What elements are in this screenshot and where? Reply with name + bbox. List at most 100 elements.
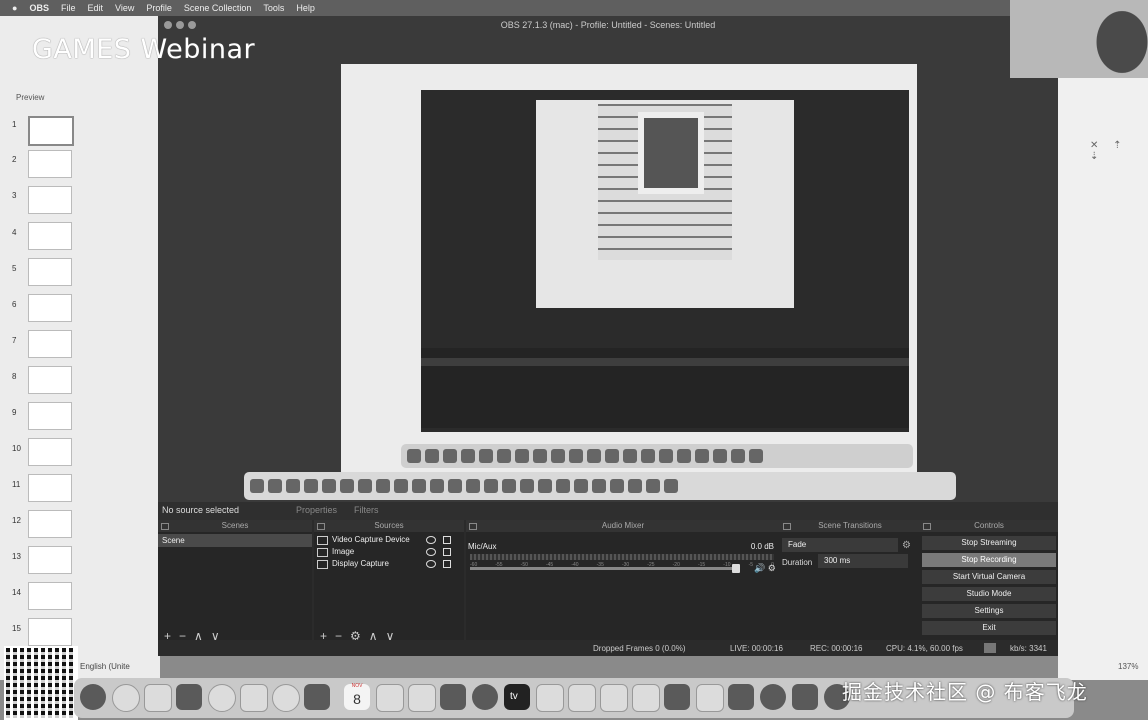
undock-icon[interactable] — [317, 523, 325, 530]
transitions-title: Scene Transitions — [818, 521, 882, 530]
menu-help[interactable]: Help — [296, 3, 315, 13]
lock-icon[interactable] — [443, 560, 451, 568]
source-item[interactable]: Video Capture Device — [314, 534, 464, 545]
properties-button[interactable]: Properties — [296, 505, 337, 515]
slide-thumb[interactable] — [28, 222, 72, 250]
controls-title: Controls — [974, 521, 1004, 530]
source-item[interactable]: Display Capture — [314, 558, 464, 569]
app-icon — [556, 479, 570, 493]
lock-icon[interactable] — [443, 548, 451, 556]
slide-thumb[interactable] — [28, 150, 72, 178]
maximize-window-icon[interactable] — [188, 21, 196, 29]
undock-icon[interactable] — [923, 523, 931, 530]
maps-icon[interactable] — [240, 684, 268, 712]
lock-icon[interactable] — [443, 536, 451, 544]
app-icon — [677, 449, 691, 463]
powerpoint-icon[interactable] — [664, 684, 690, 710]
slide-thumb[interactable] — [28, 116, 74, 146]
app-menu[interactable]: OBS — [29, 3, 49, 13]
undock-icon[interactable] — [783, 523, 791, 530]
menu-scene-collection[interactable]: Scene Collection — [184, 3, 252, 13]
slide-thumb[interactable] — [28, 510, 72, 538]
speaker-icon[interactable]: 🔊 ⚙ — [754, 563, 776, 574]
slide-thumb[interactable] — [28, 438, 72, 466]
undock-icon[interactable] — [161, 523, 169, 530]
stop-streaming-button[interactable]: Stop Streaming — [922, 536, 1056, 550]
visibility-eye-icon[interactable] — [426, 536, 436, 544]
reminders-icon[interactable] — [376, 684, 404, 712]
undock-icon[interactable] — [469, 523, 477, 530]
slide-thumb[interactable] — [28, 294, 72, 322]
source-item[interactable]: Image — [314, 546, 464, 557]
app-icon — [502, 479, 516, 493]
volume-fader-handle[interactable] — [732, 564, 740, 573]
monitor-icon — [317, 560, 328, 569]
notes-icon[interactable] — [408, 684, 436, 712]
slide-thumb[interactable] — [28, 330, 72, 358]
pages-icon[interactable] — [600, 684, 628, 712]
right-toolbar-icons[interactable]: ✕ ⇡ ⇣ — [1090, 140, 1148, 162]
scene-item[interactable]: Scene — [158, 534, 312, 547]
menu-profile[interactable]: Profile — [146, 3, 172, 13]
menu-tools[interactable]: Tools — [263, 3, 284, 13]
volume-fader-track[interactable] — [470, 567, 732, 570]
obs-window: OBS 27.1.3 (mac) - Profile: Untitled - S… — [158, 16, 1058, 656]
contacts-icon[interactable] — [304, 684, 330, 710]
slide-thumb[interactable] — [28, 186, 72, 214]
studio-mode-button[interactable]: Studio Mode — [922, 587, 1056, 601]
facetime-icon[interactable] — [176, 684, 202, 710]
slide-thumb[interactable] — [28, 366, 72, 394]
gear-icon[interactable]: ⚙ — [902, 540, 911, 551]
start-virtual-camera-button[interactable]: Start Virtual Camera — [922, 570, 1056, 584]
minimize-window-icon[interactable] — [176, 21, 184, 29]
app-icon — [574, 479, 588, 493]
duration-input[interactable]: 300 ms — [818, 554, 908, 568]
feather-icon[interactable] — [696, 684, 724, 712]
menu-edit[interactable]: Edit — [87, 3, 103, 13]
filters-button[interactable]: Filters — [354, 505, 379, 515]
slide-number: 14 — [12, 588, 21, 597]
meter-tick: -5 — [748, 562, 754, 568]
apple-icon[interactable]: ● — [12, 3, 17, 13]
music-icon[interactable] — [440, 684, 466, 710]
app-icon[interactable] — [792, 684, 818, 710]
app-icon — [394, 479, 408, 493]
app-store-icon[interactable] — [632, 684, 660, 712]
scenes-title: Scenes — [221, 521, 249, 530]
menu-view[interactable]: View — [115, 3, 134, 13]
slide-thumb[interactable] — [28, 546, 72, 574]
captured-dock — [244, 472, 956, 500]
calendar-icon[interactable]: NOV 8 — [344, 683, 370, 710]
messages-icon[interactable] — [208, 684, 236, 712]
numbers-icon[interactable] — [536, 684, 564, 712]
slide-thumb[interactable] — [28, 402, 72, 430]
finder-icon[interactable] — [80, 684, 106, 710]
app-icon — [430, 479, 444, 493]
settings-icon[interactable] — [760, 684, 786, 710]
photos-icon[interactable] — [272, 684, 300, 712]
slide-thumb[interactable] — [28, 474, 72, 502]
keynote-icon[interactable] — [568, 684, 596, 712]
visibility-eye-icon[interactable] — [426, 548, 436, 556]
preview-label: Preview — [16, 93, 45, 102]
menu-file[interactable]: File — [61, 3, 76, 13]
shield-icon[interactable] — [728, 684, 754, 710]
keynote-slide-navigator — [0, 16, 160, 680]
slide-thumb[interactable] — [28, 258, 72, 286]
podcasts-icon[interactable] — [472, 684, 498, 710]
obs-preview-canvas[interactable] — [158, 34, 1058, 516]
slide-thumb[interactable] — [28, 582, 72, 610]
settings-button[interactable]: Settings — [922, 604, 1056, 618]
webinar-title: GAMES Webinar — [32, 34, 256, 65]
close-window-icon[interactable] — [164, 21, 172, 29]
safari-icon[interactable] — [112, 684, 140, 712]
exit-button[interactable]: Exit — [922, 621, 1056, 635]
slide-thumb[interactable] — [28, 618, 72, 646]
app-icon — [569, 449, 583, 463]
scenes-dock: Scenes Scene + − ∧ ∨ — [158, 520, 312, 644]
stop-recording-button[interactable]: Stop Recording — [922, 553, 1056, 567]
webcam-overlay — [1010, 0, 1148, 78]
visibility-eye-icon[interactable] — [426, 560, 436, 568]
transition-select[interactable]: Fade — [782, 538, 898, 552]
mail-icon[interactable] — [144, 684, 172, 712]
